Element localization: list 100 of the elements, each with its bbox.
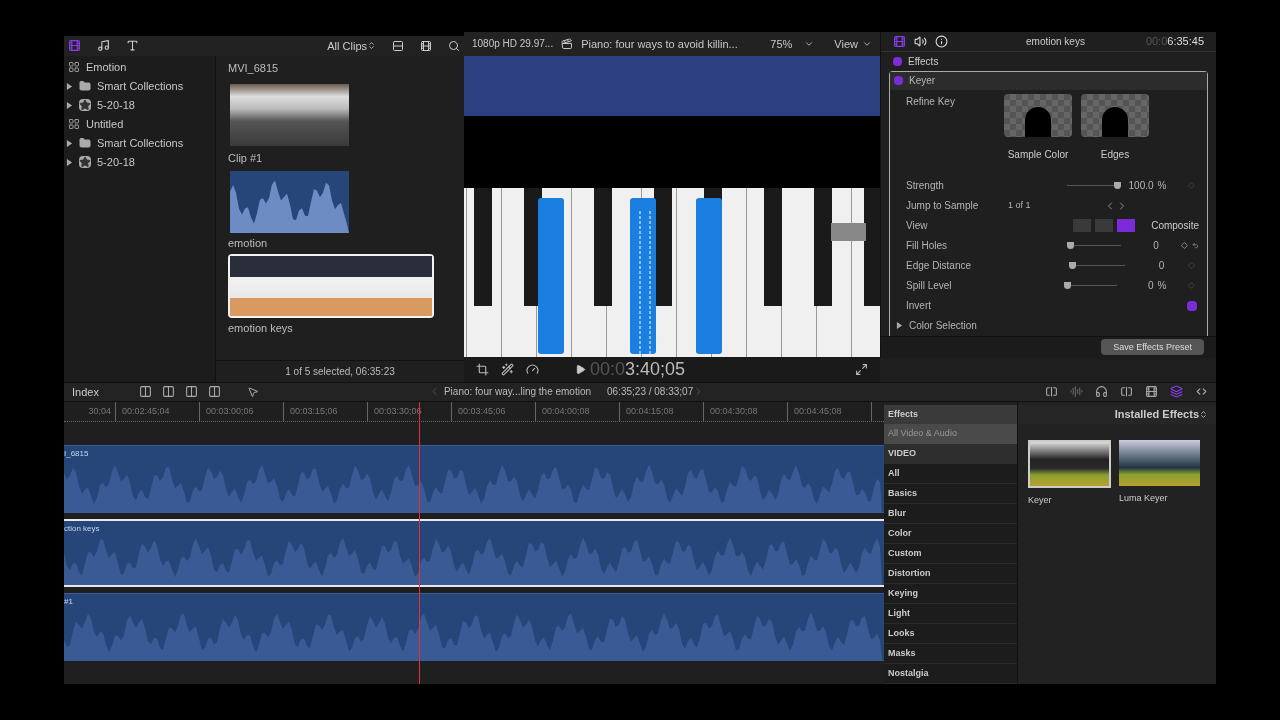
view-mode-button[interactable]: [1117, 219, 1136, 233]
param-value[interactable]: 0: [1125, 258, 1165, 274]
filmstrip-icon[interactable]: [420, 39, 432, 52]
library-item[interactable]: Emotion: [64, 57, 215, 77]
param-label: Strength: [906, 179, 945, 194]
browser-clip[interactable]: Clip #1: [228, 82, 351, 166]
list-view-icon[interactable]: [392, 39, 404, 52]
clip-name: MVI_6815: [228, 60, 280, 76]
slider[interactable]: [1067, 182, 1118, 190]
slider[interactable]: [1067, 282, 1118, 290]
audio-skimming-icon[interactable]: [1070, 385, 1083, 399]
param-label: Edge Distance: [906, 259, 972, 274]
save-effects-preset-button[interactable]: Save Effects Preset: [1101, 339, 1204, 356]
color-selection-row[interactable]: Color Selection: [890, 315, 1207, 336]
clip-filter-menu[interactable]: All Clips: [327, 37, 376, 55]
play-button[interactable]: [575, 363, 586, 375]
param-label: Spill Level: [906, 279, 953, 294]
event-item[interactable]: 5-20-18: [64, 95, 215, 115]
magic-wand-icon[interactable]: [501, 362, 514, 376]
param-value[interactable]: 0: [1120, 238, 1159, 254]
slider[interactable]: [1069, 242, 1121, 250]
disclosure-triangle-icon[interactable]: [896, 322, 903, 330]
param-value[interactable]: 0: [1117, 278, 1154, 294]
param-label: Jump to Sample: [906, 199, 980, 214]
library-item[interactable]: Untitled: [64, 114, 215, 134]
clip-label: I_6815: [64, 448, 89, 460]
param-label: Fill Holes: [906, 239, 949, 254]
up-down-chevron-icon: [1199, 410, 1208, 419]
unit-label: %: [1157, 179, 1167, 194]
category-item[interactable]: Masks: [884, 644, 1017, 664]
effects-browser-icon[interactable]: [1170, 385, 1183, 399]
timeline-position: 06:35;23 / 08:33;07: [607, 385, 694, 400]
category-item[interactable]: Light: [884, 604, 1017, 624]
timeline-project-title: Piano: four way...ling the emotion: [443, 385, 592, 400]
disclosure-triangle-icon[interactable]: [66, 82, 73, 90]
disclosure-triangle-icon[interactable]: [66, 139, 73, 147]
keyframe-icon[interactable]: [1181, 241, 1189, 251]
effect-item[interactable]: Luma Keyer: [1119, 440, 1200, 508]
search-icon[interactable]: [448, 39, 460, 52]
selection-status: 1 of 5 selected, 06:35:23: [285, 364, 395, 379]
ruler-timecode: 00:04:45;08: [794, 404, 842, 418]
ruler-timecode: 00:03:00;06: [206, 404, 254, 418]
disclosure-triangle-icon[interactable]: [66, 158, 73, 166]
format-label: 1080p HD 29.97...: [472, 37, 554, 52]
viewer-timecode: 00:03:40;05: [590, 360, 686, 379]
zoom-menu[interactable]: 75%: [770, 35, 815, 53]
timeline-clip[interactable]: #1: [64, 593, 884, 661]
view-mode-label: Composite: [1151, 219, 1199, 234]
param-label: Invert: [906, 299, 932, 314]
param-label: View: [906, 219, 929, 234]
index-button[interactable]: Index: [72, 383, 99, 401]
checkbox[interactable]: [1187, 300, 1197, 311]
ruler-timecode: 00:03:15;06: [290, 404, 338, 418]
event-icon: [79, 99, 91, 112]
timeline-clip[interactable]: I_6815: [64, 445, 884, 513]
event-item[interactable]: Smart Collections: [64, 133, 215, 153]
library-icon: [68, 61, 80, 74]
music-icon[interactable]: [97, 39, 110, 53]
section-label: Effects: [908, 55, 939, 69]
slider[interactable]: [1071, 262, 1126, 270]
headphones-icon[interactable]: [1095, 385, 1108, 399]
checkbox[interactable]: [894, 76, 903, 86]
category-item[interactable]: Looks: [884, 624, 1017, 644]
select-tool-icon[interactable]: [246, 385, 259, 398]
category-item[interactable]: Distortion: [884, 564, 1017, 584]
category-item[interactable]: Custom: [884, 544, 1017, 564]
reset-icon[interactable]: [1192, 241, 1199, 251]
category-item[interactable]: Blur: [884, 504, 1017, 524]
category-item[interactable]: Color: [884, 524, 1017, 544]
ruler-timecode: 00:04:30;08: [710, 404, 758, 418]
view-menu[interactable]: View: [834, 35, 872, 53]
fullscreen-icon[interactable]: [855, 362, 868, 376]
inspector-tab-icon[interactable]: [914, 35, 927, 48]
speed-gauge-icon[interactable]: [526, 362, 539, 376]
ruler-timecode: 00:02:45;04: [122, 404, 170, 418]
folder-icon: [79, 80, 91, 93]
event-icon: [79, 156, 91, 169]
crop-icon[interactable]: [476, 362, 489, 376]
library-icon: [68, 118, 80, 131]
ruler-timecode: 00:04:15;08: [626, 404, 674, 418]
clip-label: #1: [64, 596, 73, 608]
disclosure-triangle-icon[interactable]: [66, 101, 73, 109]
param-value[interactable]: 100.0: [1117, 178, 1154, 194]
titles-icon[interactable]: [126, 39, 139, 53]
category-item[interactable]: Basics: [884, 484, 1017, 504]
browser-clip[interactable]: emotion: [228, 169, 351, 251]
unit-label: %: [1157, 279, 1167, 294]
ruler-timecode: 30;04: [88, 404, 111, 418]
libraries-icon[interactable]: [68, 39, 81, 53]
checkbox[interactable]: [893, 57, 902, 66]
folder-icon: [79, 137, 91, 150]
category-section: VIDEO: [884, 444, 1017, 464]
effect-item[interactable]: Keyer: [1028, 440, 1111, 508]
clip-appearance-icon[interactable]: [1145, 385, 1158, 399]
event-item[interactable]: Smart Collections: [64, 76, 215, 96]
event-item[interactable]: 5-20-18: [64, 152, 215, 172]
timeline-clip[interactable]: ction keys: [64, 519, 884, 587]
category-item[interactable]: Nostalgia: [884, 664, 1017, 684]
category-item[interactable]: Keying: [884, 584, 1017, 604]
category-item[interactable]: All: [884, 464, 1017, 484]
